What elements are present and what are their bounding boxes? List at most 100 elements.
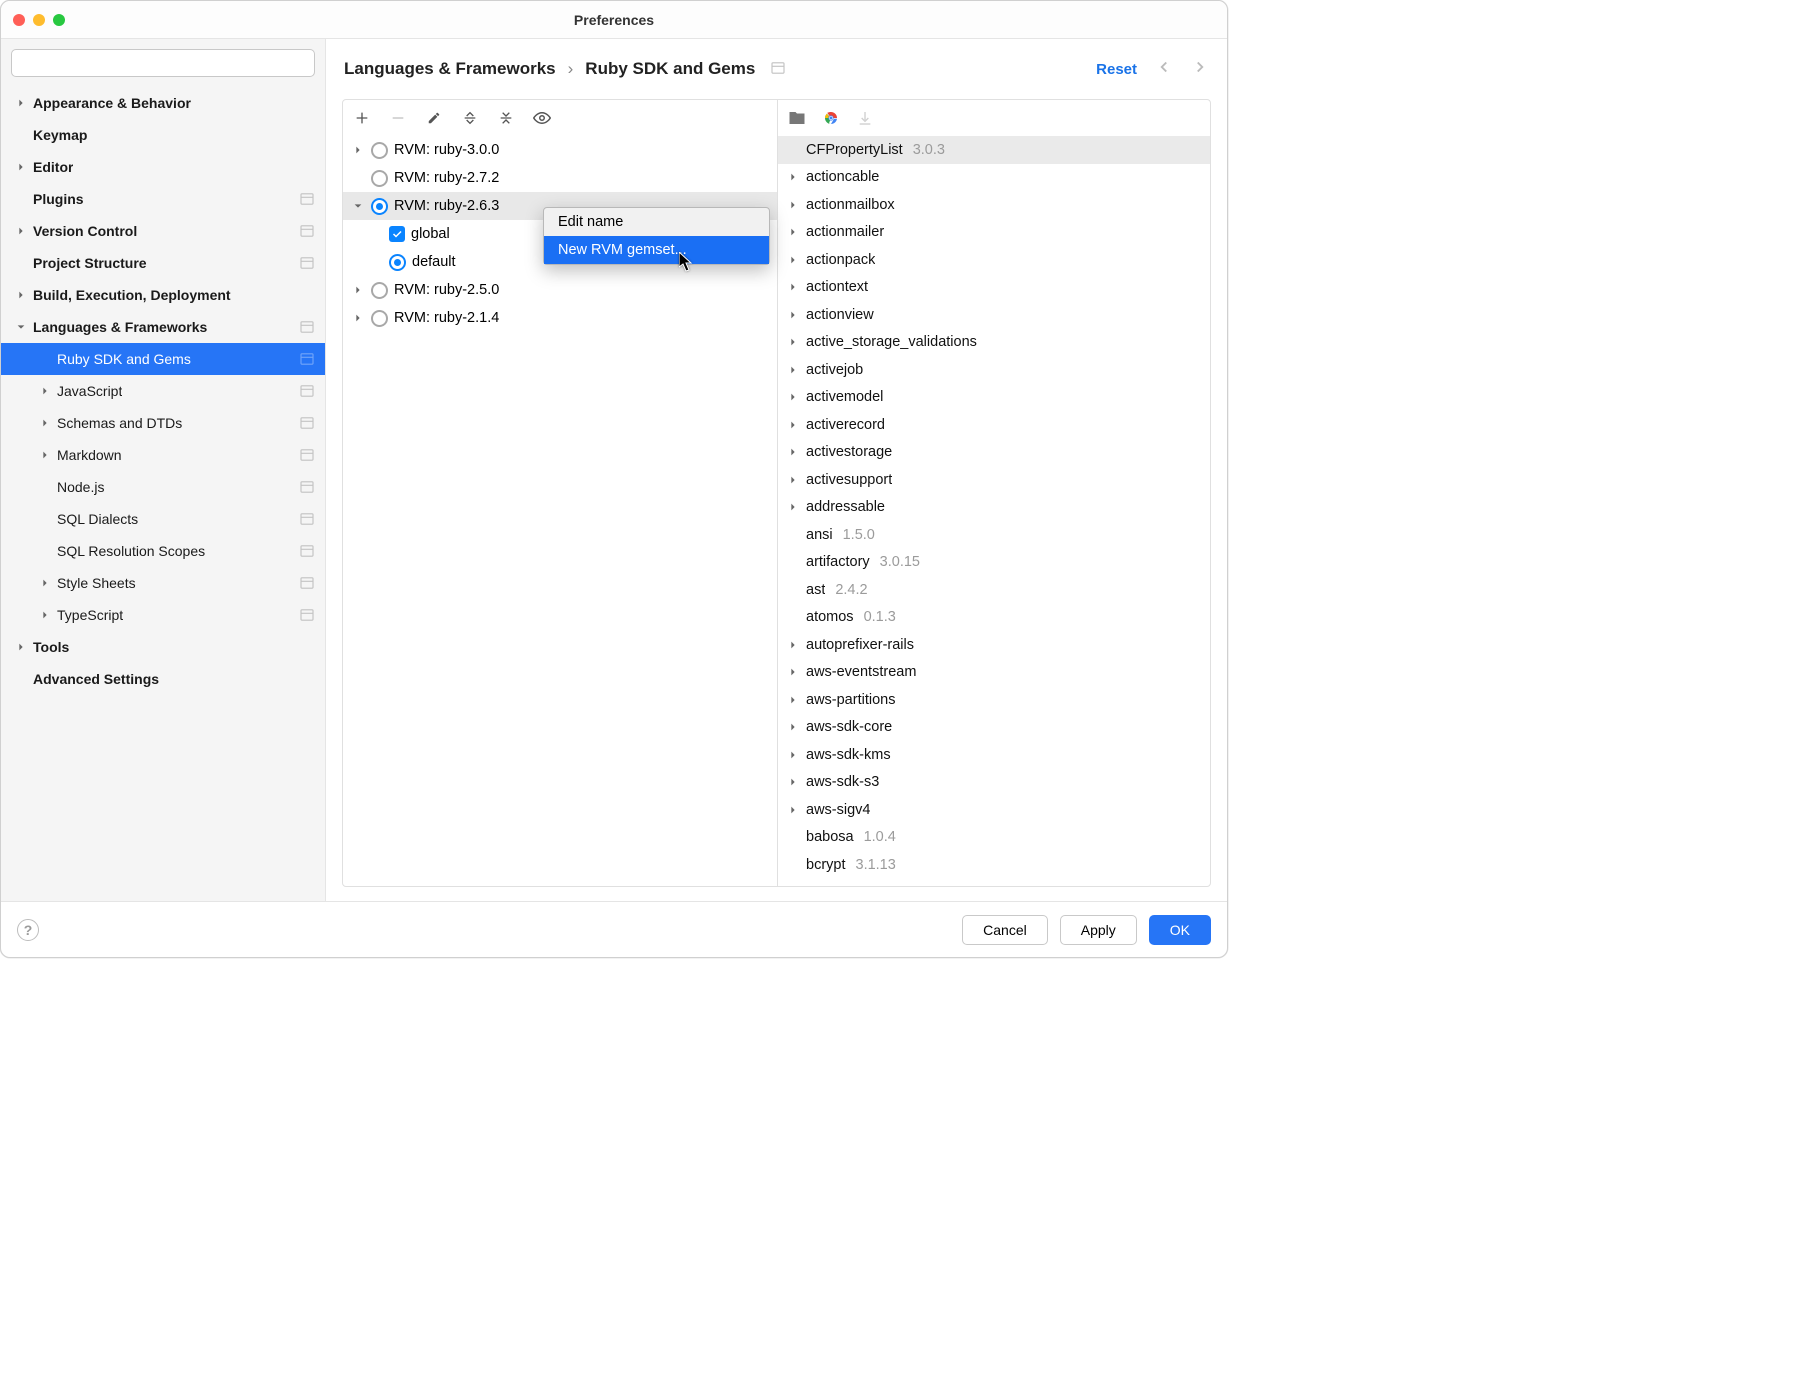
- sidebar-item-plugins[interactable]: Plugins: [1, 183, 325, 215]
- chevron-right-icon[interactable]: [786, 777, 800, 787]
- chevron-right-icon[interactable]: [786, 722, 800, 732]
- chevron-right-icon[interactable]: [351, 285, 365, 295]
- chevron-right-icon[interactable]: [786, 695, 800, 705]
- chevron-right-icon[interactable]: [786, 420, 800, 430]
- gem-row[interactable]: actionview: [778, 301, 1210, 329]
- sidebar-item-build-execution-deployment[interactable]: Build, Execution, Deployment: [1, 279, 325, 311]
- gem-row[interactable]: active_storage_validations: [778, 329, 1210, 357]
- sidebar-item-project-structure[interactable]: Project Structure: [1, 247, 325, 279]
- gem-list[interactable]: CFPropertyList3.0.3actioncableactionmail…: [778, 136, 1210, 886]
- ctx-new-rvm-gemset[interactable]: New RVM gemset...: [544, 236, 769, 264]
- sidebar-item-tools[interactable]: Tools: [1, 631, 325, 663]
- chevron-right-icon[interactable]: [786, 337, 800, 347]
- gem-row[interactable]: actionmailbox: [778, 191, 1210, 219]
- sidebar-item-keymap[interactable]: Keymap: [1, 119, 325, 151]
- gem-row[interactable]: activesupport: [778, 466, 1210, 494]
- radio-icon[interactable]: [371, 282, 388, 299]
- sidebar-item-editor[interactable]: Editor: [1, 151, 325, 183]
- nav-back-icon[interactable]: [1155, 58, 1173, 81]
- chevron-right-icon[interactable]: [351, 145, 365, 155]
- chevron-right-icon[interactable]: [786, 447, 800, 457]
- sidebar-item-node-js[interactable]: Node.js: [1, 471, 325, 503]
- settings-tree[interactable]: Appearance & BehaviorKeymapEditorPlugins…: [1, 87, 325, 901]
- chevron-right-icon[interactable]: [786, 805, 800, 815]
- sdk-row[interactable]: RVM: ruby-2.1.4: [343, 304, 777, 332]
- cancel-button[interactable]: Cancel: [962, 915, 1048, 945]
- chevron-right-icon[interactable]: [786, 502, 800, 512]
- chevron-right-icon[interactable]: [786, 200, 800, 210]
- gem-row[interactable]: activestorage: [778, 439, 1210, 467]
- radio-icon[interactable]: [371, 142, 388, 159]
- sidebar-item-sql-dialects[interactable]: SQL Dialects: [1, 503, 325, 535]
- radio-icon[interactable]: [389, 254, 406, 271]
- sidebar-item-advanced-settings[interactable]: Advanced Settings: [1, 663, 325, 695]
- sidebar-item-typescript[interactable]: TypeScript: [1, 599, 325, 631]
- gem-row[interactable]: activejob: [778, 356, 1210, 384]
- sidebar-item-languages-frameworks[interactable]: Languages & Frameworks: [1, 311, 325, 343]
- ok-button[interactable]: OK: [1149, 915, 1211, 945]
- checkbox-icon[interactable]: [389, 226, 405, 242]
- sidebar-item-version-control[interactable]: Version Control: [1, 215, 325, 247]
- gem-row[interactable]: activerecord: [778, 411, 1210, 439]
- sidebar-item-schemas-and-dtds[interactable]: Schemas and DTDs: [1, 407, 325, 439]
- gem-row[interactable]: aws-sdk-s3: [778, 769, 1210, 797]
- gem-row[interactable]: aws-sigv4: [778, 796, 1210, 824]
- radio-icon[interactable]: [371, 310, 388, 327]
- gem-row[interactable]: aws-sdk-kms: [778, 741, 1210, 769]
- nav-forward-icon[interactable]: [1191, 58, 1209, 81]
- gem-row[interactable]: addressable: [778, 494, 1210, 522]
- sidebar-item-markdown[interactable]: Markdown: [1, 439, 325, 471]
- chevron-right-icon[interactable]: [786, 475, 800, 485]
- gem-row[interactable]: bcrypt3.1.13: [778, 851, 1210, 879]
- chevron-right-icon[interactable]: [786, 365, 800, 375]
- gem-row[interactable]: actionmailer: [778, 219, 1210, 247]
- edit-icon[interactable]: [425, 109, 443, 127]
- gem-row[interactable]: aws-sdk-core: [778, 714, 1210, 742]
- sidebar-item-ruby-sdk-and-gems[interactable]: Ruby SDK and Gems: [1, 343, 325, 375]
- gem-row[interactable]: artifactory3.0.15: [778, 549, 1210, 577]
- chevron-right-icon[interactable]: [786, 640, 800, 650]
- apply-button[interactable]: Apply: [1060, 915, 1137, 945]
- expand-all-icon[interactable]: [461, 109, 479, 127]
- gem-row[interactable]: activemodel: [778, 384, 1210, 412]
- chevron-right-icon[interactable]: [786, 255, 800, 265]
- chevron-right-icon[interactable]: [786, 172, 800, 182]
- gem-row[interactable]: aws-eventstream: [778, 659, 1210, 687]
- chevron-right-icon[interactable]: [786, 227, 800, 237]
- help-icon[interactable]: ?: [17, 919, 39, 941]
- sidebar-item-style-sheets[interactable]: Style Sheets: [1, 567, 325, 599]
- chevron-right-icon[interactable]: [786, 310, 800, 320]
- collapse-all-icon[interactable]: [497, 109, 515, 127]
- sidebar-item-appearance-behavior[interactable]: Appearance & Behavior: [1, 87, 325, 119]
- sdk-row[interactable]: RVM: ruby-2.5.0: [343, 276, 777, 304]
- gem-row[interactable]: atomos0.1.3: [778, 604, 1210, 632]
- gem-row[interactable]: ast2.4.2: [778, 576, 1210, 604]
- sidebar-item-javascript[interactable]: JavaScript: [1, 375, 325, 407]
- chevron-right-icon[interactable]: [786, 282, 800, 292]
- open-folder-icon[interactable]: [788, 109, 806, 127]
- chevron-right-icon[interactable]: [786, 750, 800, 760]
- search-input[interactable]: [11, 49, 315, 77]
- add-icon[interactable]: [353, 109, 371, 127]
- chevron-right-icon[interactable]: [351, 313, 365, 323]
- gem-row[interactable]: actionpack: [778, 246, 1210, 274]
- ctx-edit-name[interactable]: Edit name: [544, 208, 769, 236]
- show-icon[interactable]: [533, 109, 551, 127]
- sidebar-item-sql-resolution-scopes[interactable]: SQL Resolution Scopes: [1, 535, 325, 567]
- gem-row[interactable]: autoprefixer-rails: [778, 631, 1210, 659]
- gem-row[interactable]: aws-partitions: [778, 686, 1210, 714]
- gem-row[interactable]: ansi1.5.0: [778, 521, 1210, 549]
- chevron-down-icon[interactable]: [351, 201, 365, 211]
- gem-row[interactable]: CFPropertyList3.0.3: [778, 136, 1210, 164]
- gem-row[interactable]: babosa1.0.4: [778, 824, 1210, 852]
- chevron-right-icon[interactable]: [786, 392, 800, 402]
- radio-icon[interactable]: [371, 198, 388, 215]
- gem-row[interactable]: actioncable: [778, 164, 1210, 192]
- radio-icon[interactable]: [371, 170, 388, 187]
- chrome-icon[interactable]: [822, 109, 840, 127]
- reset-button[interactable]: Reset: [1096, 61, 1137, 78]
- gem-row[interactable]: actiontext: [778, 274, 1210, 302]
- sdk-row[interactable]: RVM: ruby-2.7.2: [343, 164, 777, 192]
- sdk-row[interactable]: RVM: ruby-3.0.0: [343, 136, 777, 164]
- breadcrumb-parent[interactable]: Languages & Frameworks: [344, 59, 556, 79]
